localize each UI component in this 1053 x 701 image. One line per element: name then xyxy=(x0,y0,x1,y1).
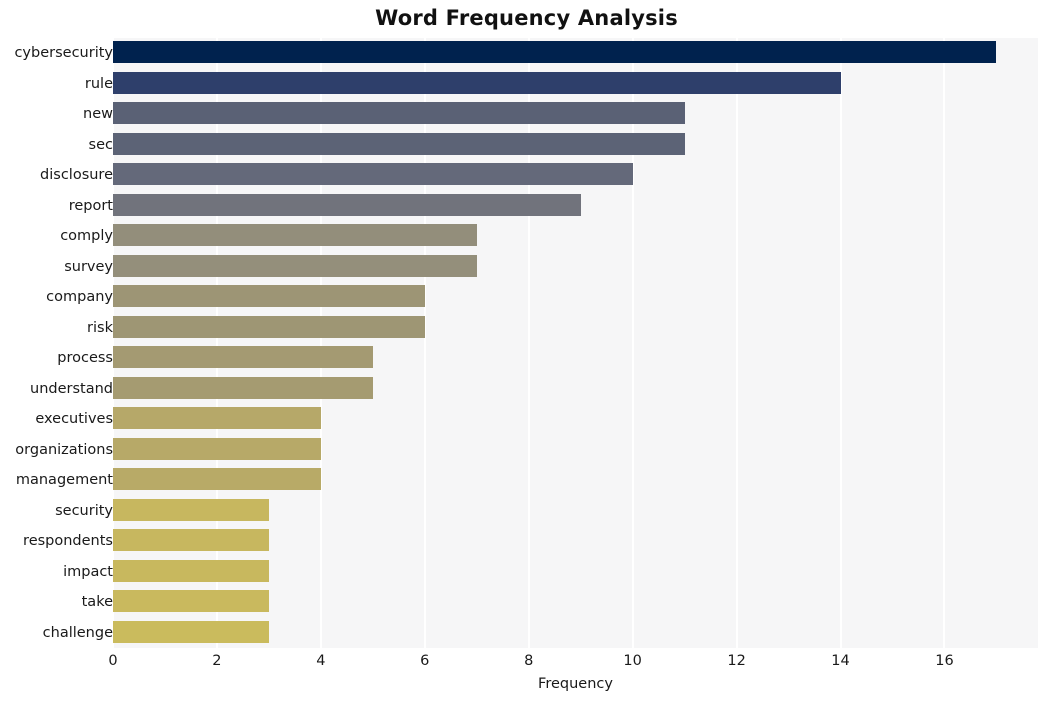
bar-row xyxy=(113,99,1038,128)
bar-report xyxy=(113,193,581,216)
bar-row xyxy=(113,618,1038,647)
y-tick-label-sec: sec xyxy=(88,136,113,153)
y-tick-label-risk: risk xyxy=(87,319,113,336)
bar-disclosure xyxy=(113,163,633,186)
y-tick-label-disclosure: disclosure xyxy=(40,167,113,184)
x-tick-label-8: 8 xyxy=(524,653,534,669)
y-tick-label-respondents: respondents xyxy=(23,533,113,550)
y-tick-label-impact: impact xyxy=(63,563,113,580)
bar-new xyxy=(113,102,685,125)
x-tick-label-12: 12 xyxy=(727,653,746,669)
bar-survey xyxy=(113,254,477,277)
x-tick-label-0: 0 xyxy=(108,653,118,669)
y-tick-label-take: take xyxy=(81,594,113,611)
bar-row xyxy=(113,130,1038,159)
y-tick-label-process: process xyxy=(57,350,113,367)
bar-understand xyxy=(113,376,373,399)
bar-row xyxy=(113,282,1038,311)
bar-row xyxy=(113,404,1038,433)
bar-comply xyxy=(113,224,477,247)
x-tick-label-6: 6 xyxy=(420,653,430,669)
bar-executives xyxy=(113,407,321,430)
y-tick-label-survey: survey xyxy=(64,258,113,275)
bar-organizations xyxy=(113,437,321,460)
y-tick-label-executives: executives xyxy=(35,411,113,428)
bar-row xyxy=(113,160,1038,189)
bar-challenge xyxy=(113,620,269,643)
y-tick-label-cybersecurity: cybersecurity xyxy=(14,45,113,62)
bar-management xyxy=(113,468,321,491)
y-tick-label-company: company xyxy=(46,289,113,306)
bar-impact xyxy=(113,559,269,582)
bar-cybersecurity xyxy=(113,41,997,64)
bar-security xyxy=(113,498,269,521)
chart-title: Word Frequency Analysis xyxy=(375,6,678,30)
bar-rule xyxy=(113,71,841,94)
y-tick-label-understand: understand xyxy=(30,380,113,397)
bar-company xyxy=(113,285,425,308)
bar-row xyxy=(113,587,1038,616)
y-tick-label-organizations: organizations xyxy=(15,441,113,458)
x-axis-label: Frequency xyxy=(538,676,613,692)
y-tick-label-report: report xyxy=(68,197,113,214)
bar-process xyxy=(113,346,373,369)
y-tick-label-challenge: challenge xyxy=(42,624,113,641)
y-tick-label-comply: comply xyxy=(60,228,113,245)
y-tick-label-management: management xyxy=(15,472,113,489)
bar-row xyxy=(113,435,1038,464)
bar-respondents xyxy=(113,529,269,552)
bar-sec xyxy=(113,132,685,155)
x-tick-label-2: 2 xyxy=(212,653,222,669)
y-tick-label-rule: rule xyxy=(84,75,113,92)
bar-risk xyxy=(113,315,425,338)
x-tick-label-16: 16 xyxy=(935,653,954,669)
bar-row xyxy=(113,252,1038,281)
bar-row xyxy=(113,557,1038,586)
y-tick-label-security: security xyxy=(55,502,113,519)
x-tick-label-4: 4 xyxy=(316,653,326,669)
bar-row xyxy=(113,191,1038,220)
bar-row xyxy=(113,526,1038,555)
bar-row xyxy=(113,465,1038,494)
y-tick-label-new: new xyxy=(83,106,113,123)
x-tick-label-14: 14 xyxy=(831,653,850,669)
bar-row xyxy=(113,221,1038,250)
x-axis-tick-labels: 0 2 4 6 8 10 12 14 16 xyxy=(108,652,1038,674)
x-tick-label-10: 10 xyxy=(623,653,642,669)
bar-row xyxy=(113,343,1038,372)
bar-row xyxy=(113,69,1038,98)
bar-take xyxy=(113,590,269,613)
chart-figure: Word Frequency Analysis cybersecurity rul… xyxy=(0,0,1053,701)
bar-row xyxy=(113,374,1038,403)
bar-row xyxy=(113,313,1038,342)
bar-row xyxy=(113,38,1038,67)
bar-row xyxy=(113,496,1038,525)
plot-area xyxy=(113,38,1038,648)
y-axis-tick-labels: cybersecurity rule new sec disclosure report c… xyxy=(0,38,113,648)
